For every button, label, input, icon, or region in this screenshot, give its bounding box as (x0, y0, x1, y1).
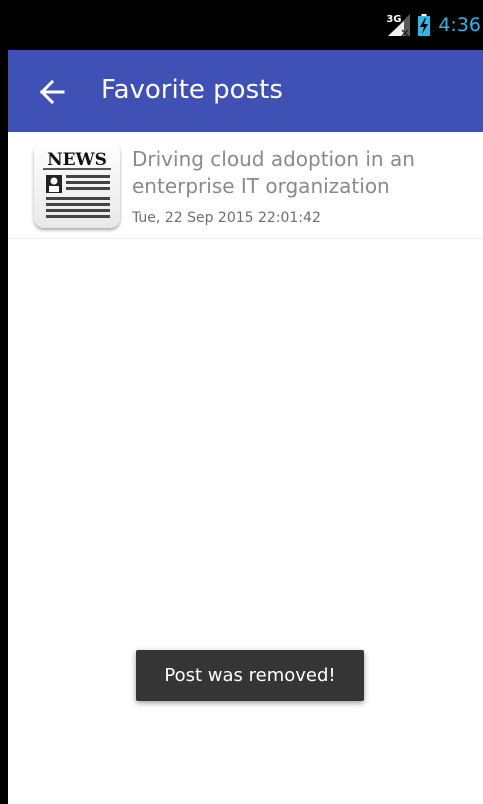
back-button[interactable] (30, 70, 74, 114)
status-icons: 3G 4:36 (380, 10, 481, 40)
network-type-label: 3G (386, 14, 402, 25)
news-icon-label: NEWS (47, 150, 107, 170)
status-bar: 3G 4:36 (8, 0, 483, 50)
favorite-posts-list: NEWS Driving cloud adoption in an enterp… (8, 132, 483, 239)
post-title: Driving cloud adoption in an enterprise … (132, 147, 415, 198)
arrow-back-icon (39, 79, 65, 105)
app-bar: Favorite posts (8, 50, 483, 132)
news-icon: NEWS (34, 142, 120, 228)
post-date: Tue, 22 Sep 2015 22:01:42 (132, 210, 321, 226)
toast-message: Post was removed! (164, 665, 336, 686)
status-clock: 4:36 (438, 14, 481, 36)
battery-charging-icon (418, 14, 431, 36)
list-item[interactable]: NEWS Driving cloud adoption in an enterp… (8, 132, 483, 239)
app-screen: 3G 4:36 Favorite posts NEWS Driving clou… (8, 0, 483, 804)
page-title: Favorite posts (101, 75, 283, 105)
toast-notification: Post was removed! (136, 650, 364, 701)
signal-icon: 3G (380, 10, 414, 40)
